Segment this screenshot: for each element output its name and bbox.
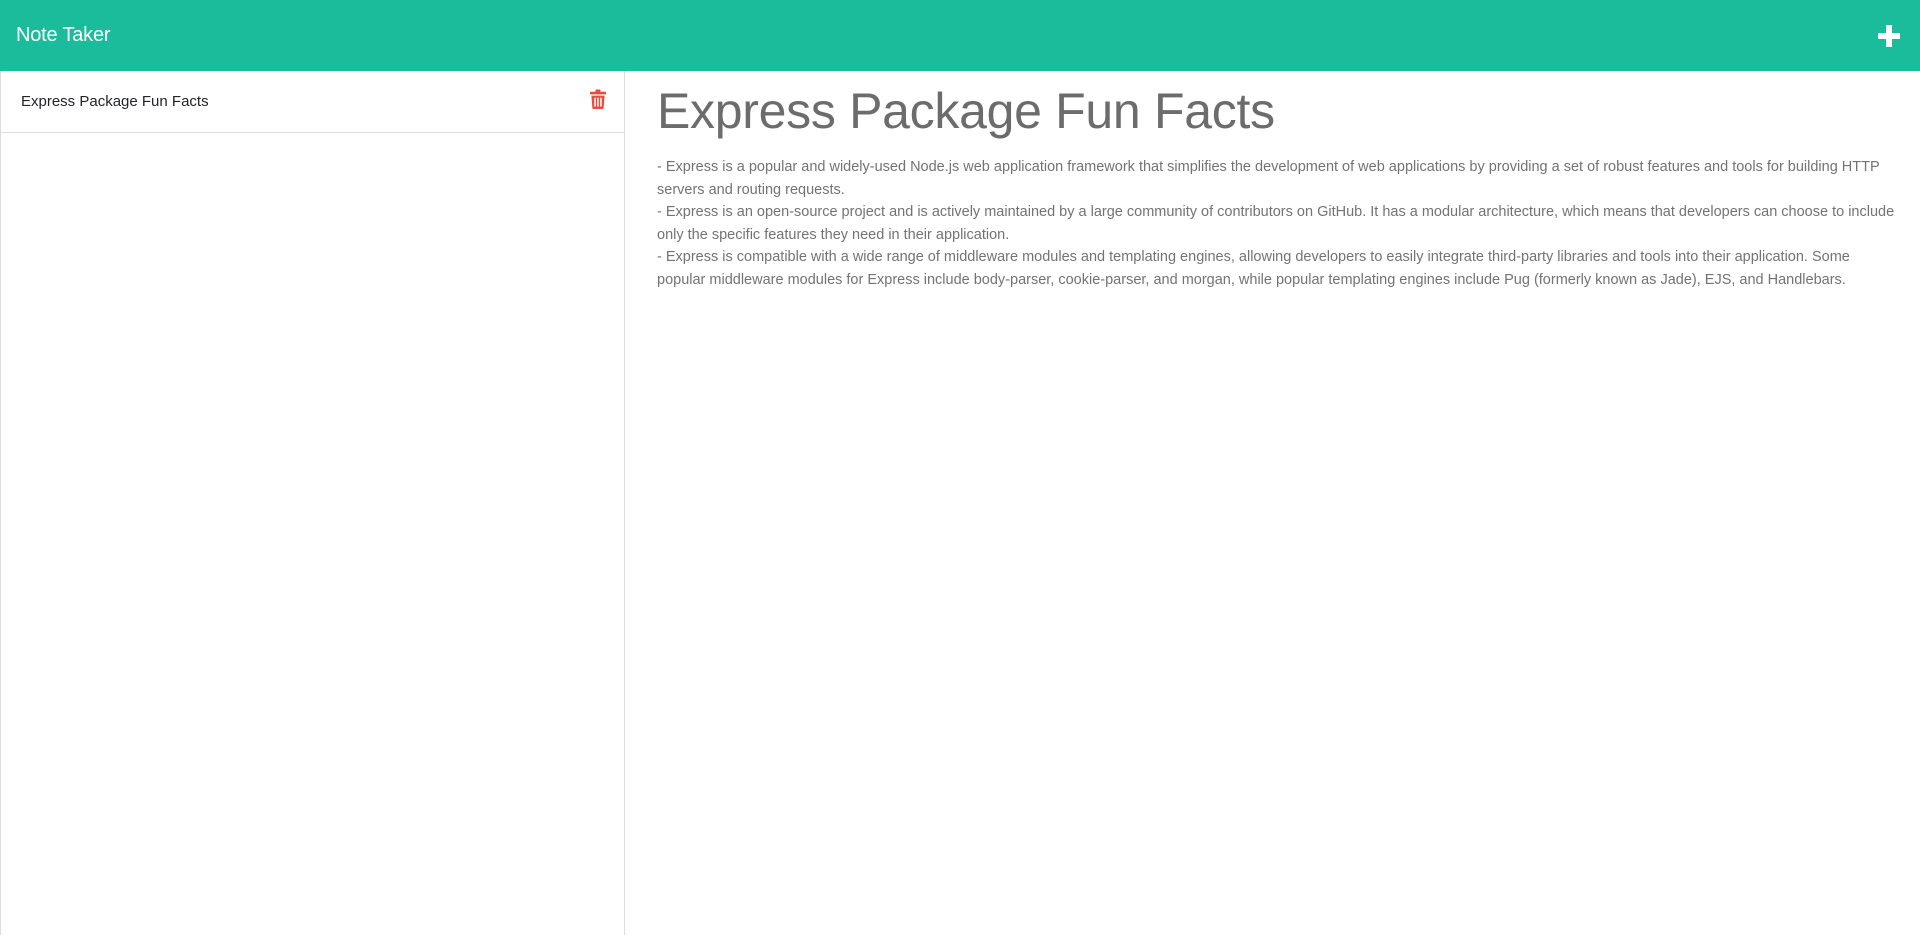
plus-icon[interactable] — [1876, 23, 1902, 49]
note-title[interactable]: Express Package Fun Facts — [657, 81, 1902, 142]
notes-sidebar: Express Package Fun Facts — [0, 71, 625, 935]
note-item-title: Express Package Fun Facts — [21, 93, 209, 110]
list-item[interactable]: Express Package Fun Facts — [1, 71, 624, 133]
note-editor: Express Package Fun Facts - Express is a… — [625, 71, 1920, 935]
app-title[interactable]: Note Taker — [16, 24, 111, 47]
navbar: Note Taker — [0, 0, 1920, 71]
trash-icon[interactable] — [590, 89, 606, 109]
note-textarea[interactable]: - Express is a popular and widely-used N… — [657, 156, 1902, 291]
